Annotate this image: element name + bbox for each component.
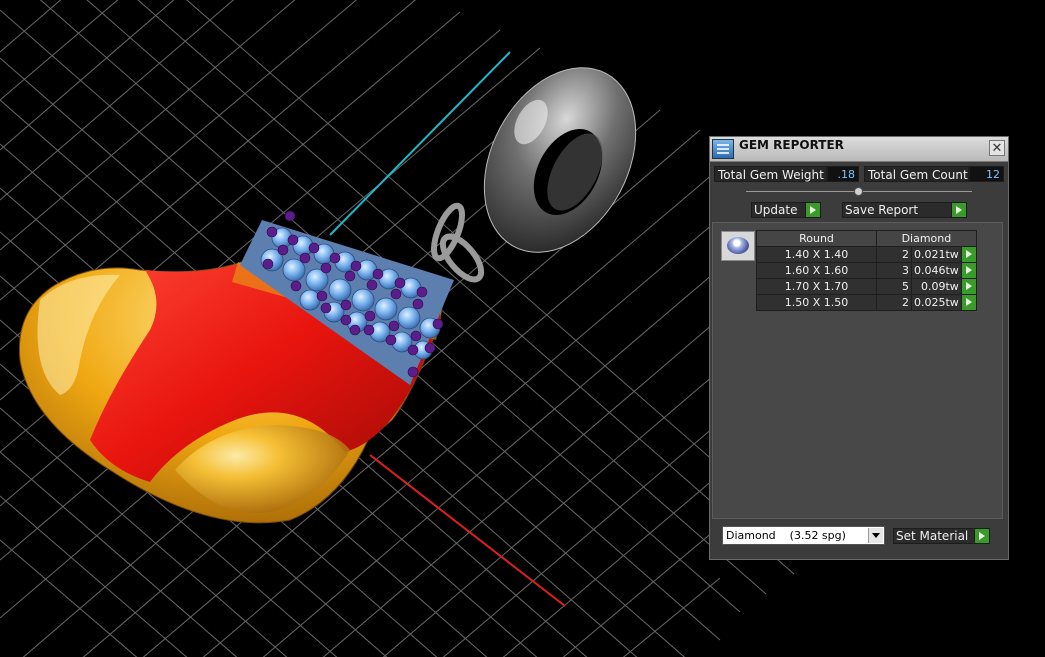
material-dropdown[interactable]: Diamond (3.52 spg) [722,526,885,545]
gem-table-header: Round Diamond [756,230,977,247]
gem-count: 5 [876,278,912,295]
gem-weight: 0.025tw [911,294,962,311]
update-button-label: Update [754,203,798,217]
dropdown-arrow-icon[interactable] [868,528,883,543]
panel-titlebar[interactable]: GEM REPORTER ✕ [710,137,1008,162]
table-row: 1.40 X 1.40 2 0.021tw [756,246,977,263]
play-icon [974,529,989,543]
table-row: 1.70 X 1.70 5 0.09tw [756,278,977,295]
gem-report-area: Round Diamond 1.40 X 1.40 2 0.021tw 1.60… [712,222,1003,519]
gem-count: 3 [876,262,912,279]
panel-title: GEM REPORTER [739,138,844,152]
sock-pendant [18,220,454,524]
material-dropdown-value: Diamond (3.52 spg) [726,529,846,542]
gem-table: Round Diamond 1.40 X 1.40 2 0.021tw 1.60… [756,230,977,311]
material-header: Diamond [876,230,977,247]
gem-weight: 0.09tw [911,278,962,295]
select-gems-button[interactable] [960,294,977,311]
gem-reporter-icon [712,139,734,159]
table-row: 1.50 X 1.50 2 0.025tw [756,294,977,311]
gem-size: 1.70 X 1.70 [756,278,877,295]
save-report-button[interactable]: Save Report [842,202,967,218]
update-button[interactable]: Update [751,202,821,218]
set-material-button[interactable]: Set Material [893,528,990,544]
play-icon [951,203,966,217]
table-row: 1.60 X 1.60 3 0.046tw [756,262,977,279]
gem-size: 1.60 X 1.60 [756,262,877,279]
total-gem-weight-label: Total Gem Weight [714,166,827,182]
select-gems-button[interactable] [960,246,977,263]
gem-weight: 0.021tw [911,246,962,263]
total-gem-count-value: 12 [969,166,1004,182]
select-gems-button[interactable] [960,278,977,295]
close-icon[interactable]: ✕ [989,140,1005,156]
gem-size: 1.50 X 1.50 [756,294,877,311]
gem-weight: 0.046tw [911,262,962,279]
select-gems-button[interactable] [960,262,977,279]
total-gem-count-label: Total Gem Count [864,166,969,182]
gem-size: 1.40 X 1.40 [756,246,877,263]
jump-rings [431,202,485,283]
gem-count: 2 [876,294,912,311]
set-material-button-label: Set Material [896,529,969,543]
splitter-handle[interactable] [854,187,863,196]
play-icon [805,203,820,217]
diamond-icon [721,231,755,261]
gem-count: 2 [876,246,912,263]
y-axis [329,51,511,236]
total-gem-weight-value: .18 [827,166,859,182]
shape-header: Round [756,230,877,247]
save-report-button-label: Save Report [845,203,919,217]
gem-reporter-panel: GEM REPORTER ✕ Total Gem Weight .18 Tota… [709,136,1009,560]
x-axis [369,454,566,607]
